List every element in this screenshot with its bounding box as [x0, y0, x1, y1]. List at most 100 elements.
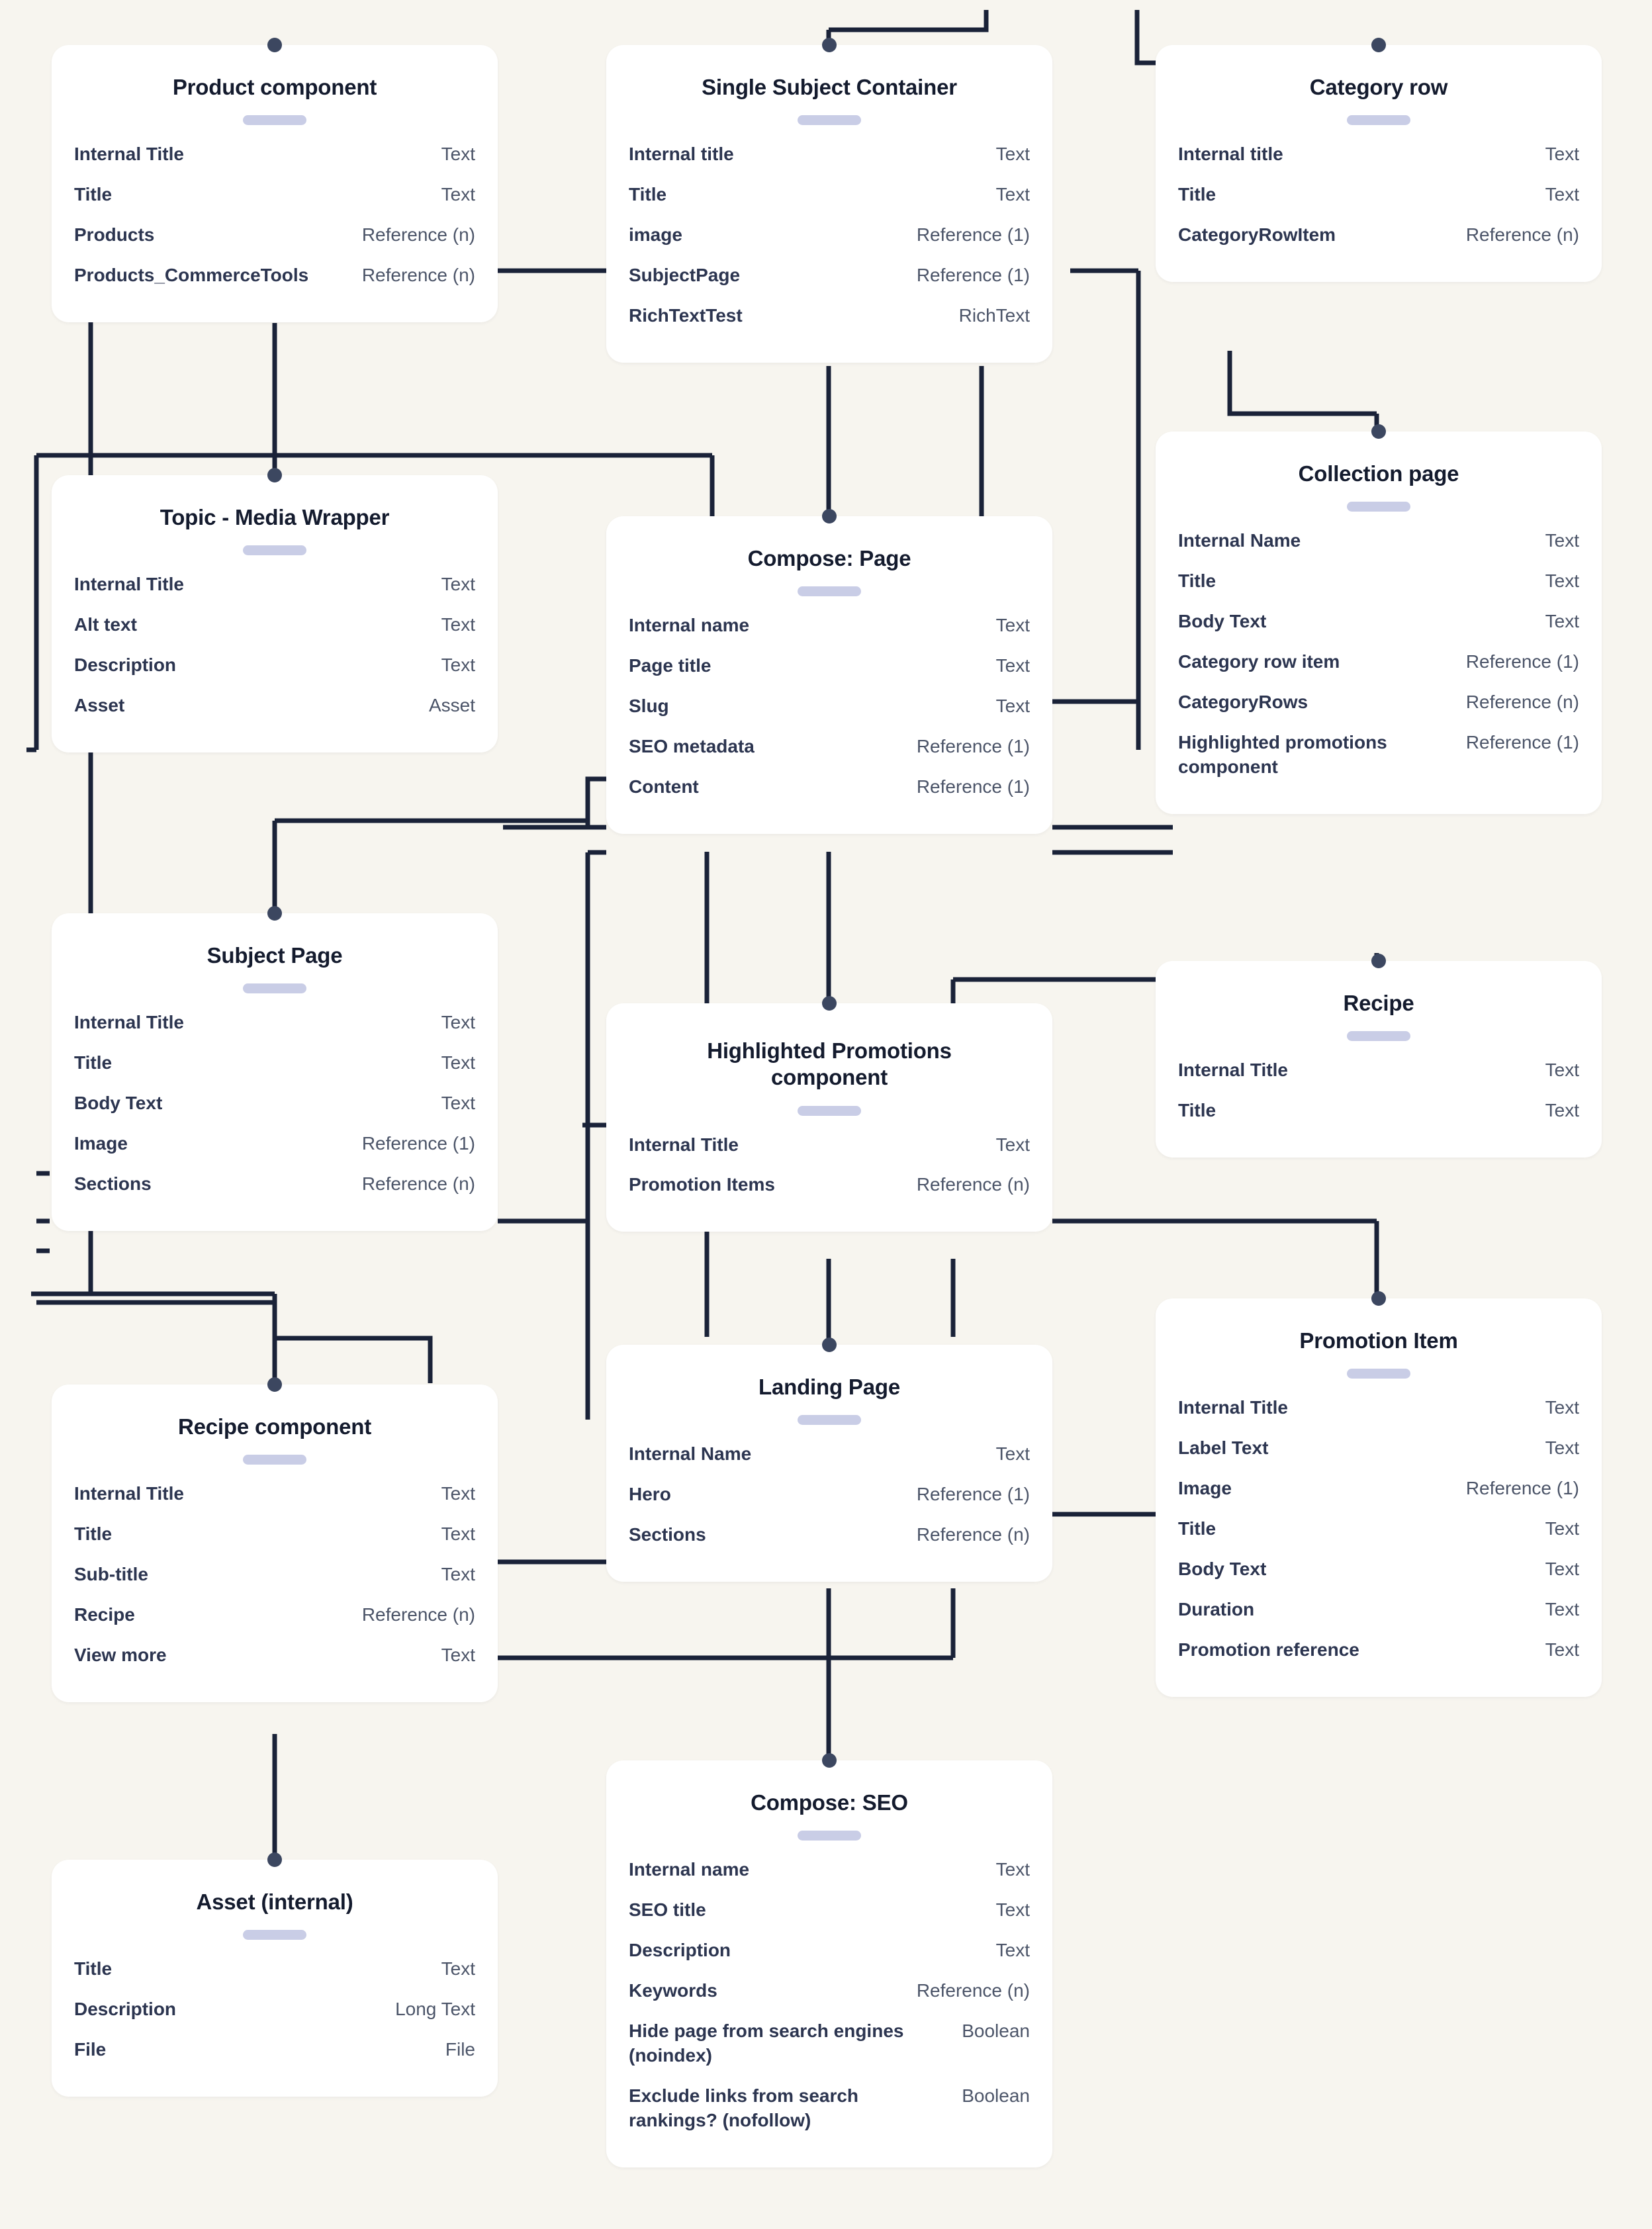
- field-row[interactable]: Internal Title Text: [629, 1125, 1030, 1165]
- field-name: Internal name: [629, 615, 750, 636]
- card-product-component[interactable]: Product component Internal Title Text Ti…: [52, 38, 498, 323]
- field-row[interactable]: Description Text: [629, 1931, 1030, 1971]
- field-row[interactable]: Title Text: [74, 1043, 475, 1083]
- field-row[interactable]: Title Text: [1178, 561, 1579, 602]
- field-row[interactable]: Internal Name Text: [1178, 521, 1579, 561]
- card-collection-page[interactable]: Collection page Internal Name Text Title…: [1156, 424, 1602, 814]
- field-row[interactable]: View more Text: [74, 1635, 475, 1676]
- field-row[interactable]: Internal name Text: [629, 1850, 1030, 1890]
- field-row[interactable]: Internal Title Text: [74, 134, 475, 175]
- card-landing-page[interactable]: Landing Page Internal Name Text Hero Ref…: [606, 1338, 1052, 1582]
- field-row[interactable]: Content Reference (1): [629, 767, 1030, 807]
- field-row[interactable]: CategoryRowItem Reference (n): [1178, 215, 1579, 255]
- field-row[interactable]: Title Text: [1178, 1091, 1579, 1131]
- card-recipe-component[interactable]: Recipe component Internal Title Text Tit…: [52, 1377, 498, 1703]
- card-recipe[interactable]: Recipe Internal Title Text Title Text: [1156, 954, 1602, 1158]
- field-row[interactable]: Sections Reference (n): [74, 1164, 475, 1205]
- field-name: Recipe: [74, 1604, 135, 1625]
- field-name: Internal Title: [74, 574, 184, 595]
- field-type: Reference (n): [361, 1173, 475, 1195]
- card-asset-internal[interactable]: Asset (internal) Title Text Description …: [52, 1852, 498, 2097]
- field-row[interactable]: Exclude links from search rankings? (nof…: [629, 2076, 1030, 2141]
- field-row[interactable]: Title Text: [74, 1514, 475, 1555]
- field-row[interactable]: Hero Reference (1): [629, 1475, 1030, 1515]
- field-name: SEO metadata: [629, 736, 755, 757]
- field-row[interactable]: Internal title Text: [629, 134, 1030, 175]
- field-row[interactable]: Internal Title Text: [74, 1003, 475, 1043]
- field-name: Internal Title: [74, 144, 184, 165]
- card-promotion-item[interactable]: Promotion Item Internal Title Text Label…: [1156, 1291, 1602, 1697]
- field-row[interactable]: Slug Text: [629, 686, 1030, 727]
- field-row[interactable]: Image Reference (1): [1178, 1469, 1579, 1509]
- field-row[interactable]: Highlighted promotions component Referen…: [1178, 723, 1579, 788]
- field-type: Text: [1545, 184, 1579, 205]
- field-row[interactable]: Title Text: [74, 175, 475, 215]
- field-type: Text: [441, 1012, 475, 1033]
- field-row[interactable]: Internal Title Text: [74, 565, 475, 605]
- field-row[interactable]: Description Text: [74, 645, 475, 686]
- field-type: Boolean: [962, 2085, 1030, 2106]
- field-name: Promotion reference: [1178, 1639, 1359, 1660]
- field-row[interactable]: Internal Title Text: [1178, 1050, 1579, 1091]
- field-row[interactable]: Alt text Text: [74, 605, 475, 645]
- field-row[interactable]: Products Reference (n): [74, 215, 475, 255]
- field-row[interactable]: SEO title Text: [629, 1890, 1030, 1931]
- field-row[interactable]: Internal Name Text: [629, 1434, 1030, 1475]
- card-pill-wrap: [1178, 1369, 1579, 1379]
- field-name: Duration: [1178, 1599, 1255, 1620]
- field-row[interactable]: CategoryRows Reference (n): [1178, 682, 1579, 723]
- card-pill-wrap: [1178, 115, 1579, 126]
- field-name: Page title: [629, 655, 711, 676]
- field-row[interactable]: Keywords Reference (n): [629, 1971, 1030, 2011]
- field-row[interactable]: Title Text: [629, 175, 1030, 215]
- field-row[interactable]: Title Text: [1178, 1509, 1579, 1549]
- card-compose-page[interactable]: Compose: Page Internal name Text Page ti…: [606, 509, 1052, 835]
- field-row[interactable]: Body Text Text: [1178, 1549, 1579, 1590]
- card-fields: Internal Name Text Hero Reference (1) Se…: [629, 1434, 1030, 1555]
- field-name: Internal Title: [74, 1483, 184, 1504]
- field-row[interactable]: Description Long Text: [74, 1989, 475, 2030]
- field-row[interactable]: Internal title Text: [1178, 134, 1579, 175]
- field-row[interactable]: Label Text Text: [1178, 1428, 1579, 1469]
- field-row[interactable]: Promotion reference Text: [1178, 1630, 1579, 1670]
- field-row[interactable]: Page title Text: [629, 646, 1030, 686]
- field-row[interactable]: Category row item Reference (1): [1178, 642, 1579, 682]
- card-compose-seo[interactable]: Compose: SEO Internal name Text SEO titl…: [606, 1753, 1052, 2167]
- card-anchor: [1371, 954, 1386, 968]
- field-name: View more: [74, 1645, 167, 1666]
- field-type: Text: [995, 144, 1030, 165]
- field-row[interactable]: RichTextTest RichText: [629, 296, 1030, 336]
- field-row[interactable]: Promotion Items Reference (n): [629, 1165, 1030, 1205]
- field-name: Internal Title: [1178, 1397, 1288, 1418]
- card-pill-wrap: [1178, 502, 1579, 512]
- field-row[interactable]: Duration Text: [1178, 1590, 1579, 1630]
- field-type: Reference (1): [1465, 1478, 1579, 1499]
- card-topic-media-wrapper[interactable]: Topic - Media Wrapper Internal Title Tex…: [52, 468, 498, 753]
- field-row[interactable]: Title Text: [1178, 175, 1579, 215]
- field-row[interactable]: Body Text Text: [74, 1083, 475, 1124]
- card-fields: Internal Title Text Title Text: [1178, 1050, 1579, 1131]
- field-row[interactable]: SubjectPage Reference (1): [629, 255, 1030, 296]
- field-row[interactable]: Internal Title Text: [74, 1474, 475, 1514]
- field-row[interactable]: SEO metadata Reference (1): [629, 727, 1030, 767]
- card-category-row[interactable]: Category row Internal title Text Title T…: [1156, 38, 1602, 283]
- card-highlighted-promotions-component[interactable]: Highlighted Promotions component Interna…: [606, 996, 1052, 1232]
- card-anchor: [822, 38, 837, 52]
- field-type: Text: [1545, 1437, 1579, 1459]
- field-row[interactable]: Image Reference (1): [74, 1124, 475, 1164]
- field-row[interactable]: Internal name Text: [629, 606, 1030, 646]
- field-row[interactable]: File File: [74, 2030, 475, 2070]
- field-row[interactable]: Products_CommerceTools Reference (n): [74, 255, 475, 296]
- field-row[interactable]: Body Text Text: [1178, 602, 1579, 642]
- card-type-pill: [243, 1455, 306, 1465]
- card-single-subject-container[interactable]: Single Subject Container Internal title …: [606, 38, 1052, 363]
- field-row[interactable]: Title Text: [74, 1949, 475, 1989]
- field-row[interactable]: Hide page from search engines (noindex) …: [629, 2011, 1030, 2076]
- card-subject-page[interactable]: Subject Page Internal Title Text Title T…: [52, 906, 498, 1232]
- field-row[interactable]: Recipe Reference (n): [74, 1595, 475, 1635]
- field-row[interactable]: Asset Asset: [74, 686, 475, 726]
- field-row[interactable]: image Reference (1): [629, 215, 1030, 255]
- field-row[interactable]: Sections Reference (n): [629, 1515, 1030, 1555]
- field-row[interactable]: Sub-title Text: [74, 1555, 475, 1595]
- field-row[interactable]: Internal Title Text: [1178, 1388, 1579, 1428]
